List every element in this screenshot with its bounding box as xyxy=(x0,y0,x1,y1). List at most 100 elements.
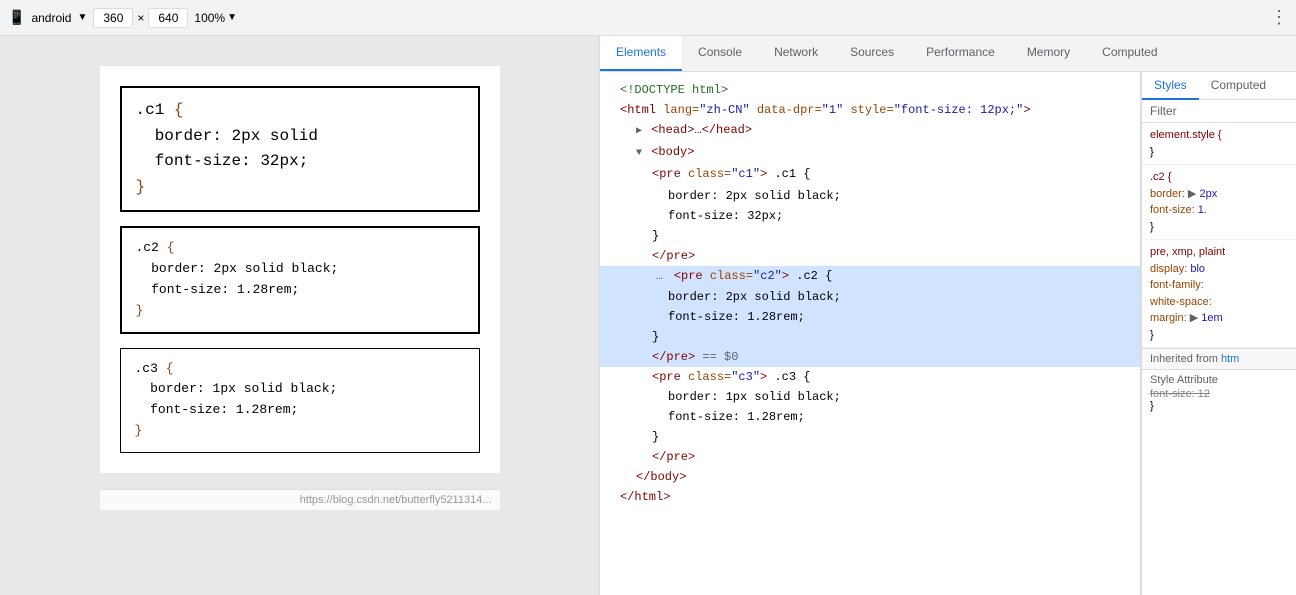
style-attr: style= xyxy=(850,103,893,117)
c2-close-brace: } xyxy=(1150,221,1154,233)
dom-head[interactable]: ▶ <head>…</head> xyxy=(600,120,1140,142)
pre-family-prop: font-family: xyxy=(1150,279,1204,291)
pre-c3-brace-text: } xyxy=(652,430,659,444)
pre-c1-close-bracket: > xyxy=(760,167,767,181)
dom-pre-c2-end[interactable]: </pre> == $0 xyxy=(600,347,1140,367)
dom-html-open[interactable]: <html lang="zh-CN" data-dpr="1" style="f… xyxy=(600,100,1140,120)
font-size-strikethrough-line: font-size: 12 xyxy=(1150,388,1288,400)
style-val: "font-size: 12px;" xyxy=(894,103,1024,117)
dom-pre-c1-border[interactable]: border: 2px solid black; xyxy=(600,186,1140,206)
lang-attr: lang= xyxy=(663,103,699,117)
tab-sources[interactable]: Sources xyxy=(834,36,910,71)
font-size-strikethrough: font-size: 12 xyxy=(1150,388,1210,400)
pre-family-line: font-family: xyxy=(1150,277,1288,294)
pre-c1-brace-text: } xyxy=(652,229,659,243)
more-options-button[interactable]: ⋮ xyxy=(1270,7,1288,28)
tab-styles[interactable]: Styles xyxy=(1142,72,1199,100)
element-style-brace: } xyxy=(1150,146,1154,158)
inherited-link[interactable]: htm xyxy=(1221,353,1239,365)
pre-c3-class-attr: class= xyxy=(688,370,731,384)
tab-console[interactable]: Console xyxy=(682,36,758,71)
dom-pre-c2-font[interactable]: font-size: 1.28rem; xyxy=(600,307,1140,327)
tab-memory[interactable]: Memory xyxy=(1011,36,1086,71)
dom-html-close[interactable]: </html> xyxy=(600,487,1140,507)
pre-c2-class-val: "c2" xyxy=(753,269,782,283)
element-style-selector: element.style { xyxy=(1150,129,1222,141)
c2-close-line: } xyxy=(1150,219,1288,236)
pre-display-prop: display: xyxy=(1150,263,1190,275)
pre-c1-border-text: border: 2px solid black; xyxy=(668,189,841,203)
element-style-open: element.style { xyxy=(1150,127,1288,144)
c2-selector-line: .c2 { xyxy=(1150,169,1288,186)
tab-computed-panel[interactable]: Computed xyxy=(1199,72,1278,100)
pre-margin-arrow: ▶ xyxy=(1190,312,1198,324)
body-close-tag: </body> xyxy=(636,470,686,484)
zoom-dropdown-icon[interactable]: ▼ xyxy=(227,12,237,23)
c3-line3: font-size: 1.28rem; xyxy=(135,400,465,421)
dom-pre-c3-font[interactable]: font-size: 1.28rem; xyxy=(600,407,1140,427)
devtools-tabs: Elements Console Network Sources Perform… xyxy=(600,36,1296,72)
pre-c3-text1: .c3 { xyxy=(774,370,810,384)
dpr-attr: data-dpr= xyxy=(757,103,822,117)
dom-body-close[interactable]: </body> xyxy=(600,467,1140,487)
height-input[interactable] xyxy=(148,8,188,28)
dom-pre-c3-end[interactable]: </pre> xyxy=(600,447,1140,467)
pre-selector-line: pre, xmp, plaint xyxy=(1150,244,1288,261)
dpr-val: "1" xyxy=(822,103,844,117)
dom-pre-c3-open[interactable]: <pre class="c3"> .c3 { xyxy=(600,367,1140,387)
dom-pre-c1-end[interactable]: </pre> xyxy=(600,246,1140,266)
pre-c3-tag: <pre xyxy=(652,370,688,384)
pre-c1-text1: .c1 { xyxy=(774,167,810,181)
tab-computed[interactable]: Computed xyxy=(1086,36,1173,71)
dom-pre-c3-border[interactable]: border: 1px solid black; xyxy=(600,387,1140,407)
c2-border-line: border: ▶ 2px xyxy=(1150,186,1288,203)
width-input[interactable] xyxy=(93,8,133,28)
dom-pre-c2-brace[interactable]: } xyxy=(600,327,1140,347)
dom-pre-c1-open[interactable]: <pre class="c1"> .c1 { xyxy=(600,164,1140,186)
c2-border-arrow: ▶ xyxy=(1188,188,1196,200)
dom-body-open[interactable]: ▼ <body> xyxy=(600,142,1140,164)
dom-pre-c1-font[interactable]: font-size: 32px; xyxy=(600,206,1140,226)
top-toolbar: 📱 android ▼ × 100% ▼ ⋮ xyxy=(0,0,1296,36)
pre-c2-text1: .c2 { xyxy=(796,269,832,283)
devtools-body: <!DOCTYPE html> <html lang="zh-CN" data-… xyxy=(600,72,1296,595)
preview-box-c1: .c1 { border: 2px solid font-size: 32px;… xyxy=(120,86,480,212)
main-area: .c1 { border: 2px solid font-size: 32px;… xyxy=(0,36,1296,595)
tab-performance[interactable]: Performance xyxy=(910,36,1011,71)
dom-pre-c3-brace[interactable]: } xyxy=(600,427,1140,447)
dom-pre-c1-brace[interactable]: } xyxy=(600,226,1140,246)
pre-c3-class-val: "c3" xyxy=(731,370,760,384)
device-name[interactable]: android xyxy=(31,11,71,25)
c2-line3: font-size: 1.28rem; xyxy=(136,280,464,301)
doctype-text: <!DOCTYPE html> xyxy=(620,83,728,97)
lang-val: "zh-CN" xyxy=(699,103,749,117)
html-tag: <html xyxy=(620,103,656,117)
pre-c1-end-tag: </pre> xyxy=(652,249,695,263)
dom-panel: <!DOCTYPE html> <html lang="zh-CN" data-… xyxy=(600,72,1141,595)
inherited-header: Inherited from htm xyxy=(1142,348,1296,370)
dimension-inputs: × xyxy=(93,8,188,28)
styles-content: element.style { } .c2 { border: xyxy=(1142,123,1296,595)
pre-c2-end-tag: </pre> xyxy=(652,350,695,364)
dimension-separator: × xyxy=(137,11,144,25)
pre-c3-border-text: border: 1px solid black; xyxy=(668,390,841,404)
dom-pre-c2-open[interactable]: … <pre class="c2"> .c2 { xyxy=(600,266,1140,287)
pre-close-line: } xyxy=(1150,327,1288,344)
dropdown-icon[interactable]: ▼ xyxy=(77,12,87,23)
style-attr-close-brace: } xyxy=(1150,400,1154,412)
c2-line1: .c2 { xyxy=(136,238,464,259)
pre-margin-val: 1em xyxy=(1201,312,1222,324)
tab-network[interactable]: Network xyxy=(758,36,834,71)
pre-close-brace: } xyxy=(1150,329,1154,341)
pre-ws-prop: white-space: xyxy=(1150,296,1212,308)
style-rule-c2: .c2 { border: ▶ 2px font-size: 1. } xyxy=(1142,165,1296,240)
tab-elements[interactable]: Elements xyxy=(600,36,682,71)
pre-c2-class-attr: class= xyxy=(710,269,753,283)
style-attribute-section: Style Attribute font-size: 12 } xyxy=(1142,370,1296,416)
pre-ws-line: white-space: xyxy=(1150,294,1288,311)
url-bar: https://blog.csdn.net/butterfly5211314..… xyxy=(100,489,500,510)
preview-box-c3: .c3 { border: 1px solid black; font-size… xyxy=(120,348,480,453)
dom-doctype[interactable]: <!DOCTYPE html> xyxy=(600,80,1140,100)
dom-pre-c2-border[interactable]: border: 2px solid black; xyxy=(600,287,1140,307)
zoom-control[interactable]: 100% ▼ xyxy=(194,11,237,25)
